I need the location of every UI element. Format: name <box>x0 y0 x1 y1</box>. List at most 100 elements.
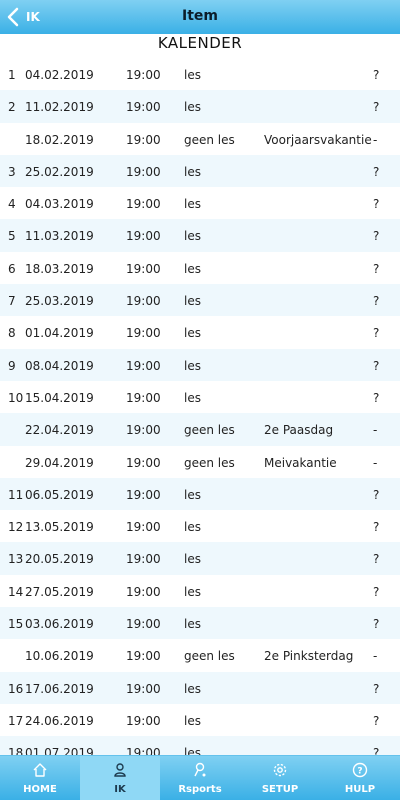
row-status[interactable]: - <box>373 649 377 663</box>
calendar-row[interactable]: 7 25.03.2019 19:00 les ? <box>0 284 400 317</box>
row-status[interactable]: ? <box>373 714 379 728</box>
calendar-row[interactable]: 8 01.04.2019 19:00 les ? <box>0 316 400 348</box>
row-status[interactable]: ? <box>373 229 379 243</box>
nav-label: IK <box>114 784 126 795</box>
row-date: 15.04.2019 <box>25 390 94 405</box>
row-type: les <box>184 390 201 405</box>
nav-setup[interactable]: SETUP <box>240 756 320 800</box>
help-icon: ? <box>352 762 368 778</box>
section-heading: KALENDER <box>157 34 243 52</box>
row-date: 22.04.2019 <box>25 423 94 438</box>
calendar-row[interactable]: 18 01.07.2019 19:00 les ? <box>0 736 400 756</box>
calendar-row[interactable]: 17 24.06.2019 19:00 les ? <box>0 704 400 736</box>
gear-icon <box>273 763 287 777</box>
row-number: 8 <box>8 326 16 341</box>
row-type: les <box>184 294 201 309</box>
calendar-row[interactable]: 29.04.2019 19:00 geen les Meivakantie - <box>0 446 400 478</box>
row-status[interactable]: ? <box>373 262 379 276</box>
row-status[interactable]: ? <box>373 326 379 340</box>
row-type: geen les <box>184 455 235 470</box>
row-status[interactable]: ? <box>373 585 379 599</box>
row-type: les <box>184 617 201 632</box>
row-time: 19:00 <box>126 487 161 502</box>
row-number: 7 <box>8 294 16 309</box>
calendar-row[interactable]: 22.04.2019 19:00 geen les 2e Paasdag - <box>0 413 400 446</box>
row-type: geen les <box>184 423 235 438</box>
row-number: 16 <box>8 681 24 696</box>
row-time: 19:00 <box>126 229 161 244</box>
row-date: 25.03.2019 <box>25 294 94 309</box>
row-time: 19:00 <box>126 423 161 438</box>
calendar-row[interactable]: 1 04.02.2019 19:00 les ? <box>0 58 400 90</box>
calendar-row[interactable]: 9 08.04.2019 19:00 les ? <box>0 348 400 381</box>
row-type: les <box>184 520 201 535</box>
calendar-row[interactable]: 6 18.03.2019 19:00 les ? <box>0 252 400 284</box>
row-time: 19:00 <box>126 390 161 405</box>
calendar-row[interactable]: 3 25.02.2019 19:00 les ? <box>0 154 400 188</box>
row-time: 19:00 <box>126 326 161 341</box>
calendar-row[interactable]: 14 27.05.2019 19:00 les ? <box>0 575 400 607</box>
home-icon <box>33 763 47 777</box>
row-status[interactable]: ? <box>373 488 379 502</box>
row-date: 11.03.2019 <box>25 229 94 244</box>
row-number: 13 <box>8 552 24 567</box>
calendar-row[interactable]: 15 03.06.2019 19:00 les ? <box>0 607 400 640</box>
calendar-row[interactable]: 4 04.03.2019 19:00 les ? <box>0 187 400 219</box>
calendar-row[interactable]: 10 15.04.2019 19:00 les ? <box>0 381 400 413</box>
row-status[interactable]: ? <box>373 391 379 405</box>
calendar-row[interactable]: 2 11.02.2019 19:00 les ? <box>0 90 400 123</box>
row-status[interactable]: ? <box>373 552 379 566</box>
row-type: geen les <box>184 132 235 147</box>
row-time: 19:00 <box>126 552 161 567</box>
row-date: 10.06.2019 <box>25 649 94 664</box>
row-type: les <box>184 68 201 82</box>
nav-ik[interactable]: IK <box>80 756 160 800</box>
calendar-row[interactable]: 16 17.06.2019 19:00 les ? <box>0 671 400 704</box>
row-number: 15 <box>8 617 24 632</box>
row-date: 18.03.2019 <box>25 261 94 276</box>
row-status[interactable]: ? <box>373 165 379 179</box>
row-date: 27.05.2019 <box>25 584 94 599</box>
calendar-row[interactable]: 12 13.05.2019 19:00 les ? <box>0 510 400 542</box>
row-type: les <box>184 584 201 599</box>
row-status[interactable]: ? <box>373 520 379 534</box>
row-status[interactable]: - <box>373 133 377 147</box>
row-number: 5 <box>8 229 16 244</box>
row-type: les <box>184 100 201 115</box>
bottom-nav: HOME IK Rsports SETUP ? HULP <box>0 755 400 800</box>
calendar-row[interactable]: 10.06.2019 19:00 geen les 2e Pinksterdag… <box>0 639 400 671</box>
row-status[interactable]: ? <box>373 100 379 114</box>
calendar-row[interactable]: 18.02.2019 19:00 geen les Voorjaarsvakan… <box>0 123 400 155</box>
row-status[interactable]: ? <box>373 359 379 373</box>
row-status[interactable]: ? <box>373 68 379 82</box>
row-time: 19:00 <box>126 68 161 82</box>
nav-hulp[interactable]: ? HULP <box>320 756 400 800</box>
nav-rsports[interactable]: Rsports <box>160 756 240 800</box>
row-date: 25.02.2019 <box>25 164 94 179</box>
row-date: 29.04.2019 <box>25 455 94 470</box>
row-type: les <box>184 681 201 696</box>
row-status[interactable]: - <box>373 423 377 437</box>
row-type: les <box>184 552 201 567</box>
row-date: 04.02.2019 <box>25 68 94 82</box>
row-type: les <box>184 229 201 244</box>
row-status[interactable]: ? <box>373 682 379 696</box>
calendar-row[interactable]: 5 11.03.2019 19:00 les ? <box>0 219 400 252</box>
nav-label: Rsports <box>178 784 222 795</box>
row-time: 19:00 <box>126 197 161 212</box>
calendar-row[interactable]: 11 06.05.2019 19:00 les ? <box>0 477 400 511</box>
row-status[interactable]: ? <box>373 294 379 308</box>
row-status[interactable]: ? <box>373 617 379 631</box>
row-type: les <box>184 164 201 179</box>
row-number: 17 <box>8 713 24 728</box>
row-status[interactable]: - <box>373 456 377 470</box>
svg-text:?: ? <box>357 767 362 777</box>
row-status[interactable]: ? <box>373 197 379 211</box>
row-time: 19:00 <box>126 520 161 535</box>
nav-home[interactable]: HOME <box>0 756 80 800</box>
row-date: 04.03.2019 <box>25 197 94 212</box>
nav-label: SETUP <box>261 784 299 795</box>
row-note: 2e Pinksterdag <box>264 649 354 664</box>
calendar-list[interactable]: 1 04.02.2019 19:00 les ? 2 11.02.2019 19… <box>0 58 400 756</box>
calendar-row[interactable]: 13 20.05.2019 19:00 les ? <box>0 542 400 575</box>
